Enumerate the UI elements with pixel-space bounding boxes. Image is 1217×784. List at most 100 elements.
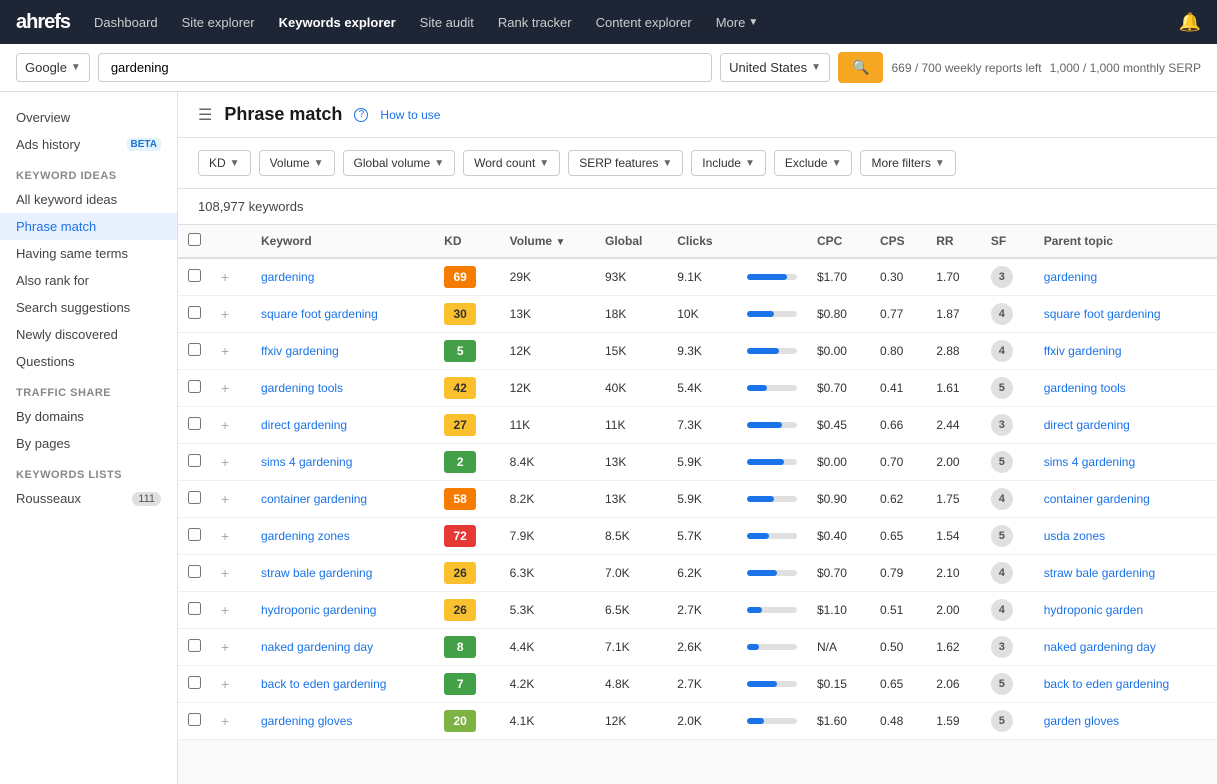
row-add-cell[interactable]: +: [211, 444, 251, 481]
sidebar-item-also-rank-for[interactable]: Also rank for: [0, 267, 177, 294]
row-checkbox-cell[interactable]: [178, 444, 211, 481]
logo[interactable]: ahrefs: [16, 11, 70, 34]
row-add-cell[interactable]: +: [211, 629, 251, 666]
parent-topic-link[interactable]: garden gloves: [1044, 714, 1119, 728]
keyword-link[interactable]: naked gardening day: [261, 640, 373, 654]
keyword-link[interactable]: hydroponic gardening: [261, 603, 376, 617]
sidebar-item-by-domains[interactable]: By domains: [0, 403, 177, 430]
row-add-cell[interactable]: +: [211, 407, 251, 444]
kd-col-header[interactable]: KD: [434, 225, 499, 258]
row-checkbox-cell[interactable]: [178, 666, 211, 703]
sidebar-item-rousseaux[interactable]: Rousseaux 111: [0, 485, 177, 512]
add-keyword-button[interactable]: +: [221, 306, 229, 322]
rr-col-header[interactable]: RR: [926, 225, 981, 258]
parent-topic-col-header[interactable]: Parent topic: [1034, 225, 1217, 258]
row-checkbox-cell[interactable]: [178, 629, 211, 666]
row-add-cell[interactable]: +: [211, 370, 251, 407]
global-col-header[interactable]: Global: [595, 225, 667, 258]
keyword-link[interactable]: gardening tools: [261, 381, 343, 395]
row-add-cell[interactable]: +: [211, 592, 251, 629]
keyword-link[interactable]: ffxiv gardening: [261, 344, 339, 358]
volume-col-header[interactable]: Volume ▼: [500, 225, 595, 258]
add-keyword-button[interactable]: +: [221, 639, 229, 655]
select-all-checkbox-cell[interactable]: [178, 225, 211, 258]
row-checkbox-cell[interactable]: [178, 296, 211, 333]
keyword-link[interactable]: gardening: [261, 270, 314, 284]
row-checkbox[interactable]: [188, 713, 201, 726]
parent-topic-link[interactable]: naked gardening day: [1044, 640, 1156, 654]
filter-global-volume[interactable]: Global volume ▼: [343, 150, 456, 176]
filter-volume[interactable]: Volume ▼: [259, 150, 335, 176]
row-add-cell[interactable]: +: [211, 518, 251, 555]
row-checkbox[interactable]: [188, 380, 201, 393]
hamburger-menu-icon[interactable]: ☰: [198, 105, 212, 125]
row-checkbox[interactable]: [188, 565, 201, 578]
sidebar-item-overview[interactable]: Overview: [0, 104, 177, 131]
sidebar-item-newly-discovered[interactable]: Newly discovered: [0, 321, 177, 348]
row-checkbox[interactable]: [188, 528, 201, 541]
row-add-cell[interactable]: +: [211, 481, 251, 518]
parent-topic-link[interactable]: direct gardening: [1044, 418, 1130, 432]
sf-col-header[interactable]: SF: [981, 225, 1034, 258]
row-checkbox[interactable]: [188, 269, 201, 282]
country-select[interactable]: United States ▼: [720, 53, 830, 82]
keyword-link[interactable]: gardening zones: [261, 529, 350, 543]
sidebar-item-having-same-terms[interactable]: Having same terms: [0, 240, 177, 267]
filter-include[interactable]: Include ▼: [691, 150, 766, 176]
add-keyword-button[interactable]: +: [221, 602, 229, 618]
select-all-checkbox[interactable]: [188, 233, 201, 246]
sidebar-item-phrase-match[interactable]: Phrase match: [0, 213, 177, 240]
row-checkbox-cell[interactable]: [178, 333, 211, 370]
sidebar-item-questions[interactable]: Questions: [0, 348, 177, 375]
keyword-link[interactable]: straw bale gardening: [261, 566, 372, 580]
notification-bell-icon[interactable]: 🔔: [1179, 12, 1201, 33]
row-add-cell[interactable]: +: [211, 258, 251, 296]
keyword-link[interactable]: container gardening: [261, 492, 367, 506]
cpc-col-header[interactable]: CPC: [807, 225, 870, 258]
row-add-cell[interactable]: +: [211, 333, 251, 370]
add-keyword-button[interactable]: +: [221, 565, 229, 581]
nav-item-content-explorer[interactable]: Content explorer: [596, 15, 692, 30]
filter-serp-features[interactable]: SERP features ▼: [568, 150, 683, 176]
add-keyword-button[interactable]: +: [221, 713, 229, 729]
parent-topic-link[interactable]: usda zones: [1044, 529, 1105, 543]
filter-more-filters[interactable]: More filters ▼: [860, 150, 955, 176]
add-keyword-button[interactable]: +: [221, 417, 229, 433]
parent-topic-link[interactable]: back to eden gardening: [1044, 677, 1169, 691]
sidebar-item-ads-history[interactable]: Ads history BETA: [0, 131, 177, 158]
row-checkbox[interactable]: [188, 343, 201, 356]
row-add-cell[interactable]: +: [211, 296, 251, 333]
how-to-use-link[interactable]: How to use: [380, 108, 440, 122]
parent-topic-link[interactable]: sims 4 gardening: [1044, 455, 1135, 469]
add-keyword-button[interactable]: +: [221, 528, 229, 544]
search-engine-select[interactable]: Google ▼: [16, 53, 90, 82]
add-keyword-button[interactable]: +: [221, 491, 229, 507]
search-button[interactable]: 🔍: [838, 52, 883, 83]
add-keyword-button[interactable]: +: [221, 269, 229, 285]
row-checkbox-cell[interactable]: [178, 370, 211, 407]
parent-topic-link[interactable]: ffxiv gardening: [1044, 344, 1122, 358]
keyword-col-header[interactable]: Keyword: [251, 225, 434, 258]
add-keyword-button[interactable]: +: [221, 343, 229, 359]
row-checkbox-cell[interactable]: [178, 518, 211, 555]
filter-kd[interactable]: KD ▼: [198, 150, 251, 176]
row-checkbox[interactable]: [188, 676, 201, 689]
sidebar-item-search-suggestions[interactable]: Search suggestions: [0, 294, 177, 321]
row-checkbox-cell[interactable]: [178, 407, 211, 444]
search-input[interactable]: [98, 53, 712, 82]
row-checkbox[interactable]: [188, 417, 201, 430]
nav-item-site-explorer[interactable]: Site explorer: [182, 15, 255, 30]
add-keyword-button[interactable]: +: [221, 380, 229, 396]
row-add-cell[interactable]: +: [211, 555, 251, 592]
row-checkbox[interactable]: [188, 639, 201, 652]
row-checkbox[interactable]: [188, 602, 201, 615]
sidebar-item-all-keyword-ideas[interactable]: All keyword ideas: [0, 186, 177, 213]
row-checkbox[interactable]: [188, 454, 201, 467]
parent-topic-link[interactable]: container gardening: [1044, 492, 1150, 506]
keyword-link[interactable]: direct gardening: [261, 418, 347, 432]
nav-item-rank-tracker[interactable]: Rank tracker: [498, 15, 572, 30]
cps-col-header[interactable]: CPS: [870, 225, 926, 258]
row-add-cell[interactable]: +: [211, 666, 251, 703]
filter-word-count[interactable]: Word count ▼: [463, 150, 560, 176]
nav-item-more[interactable]: More ▼: [716, 15, 759, 30]
